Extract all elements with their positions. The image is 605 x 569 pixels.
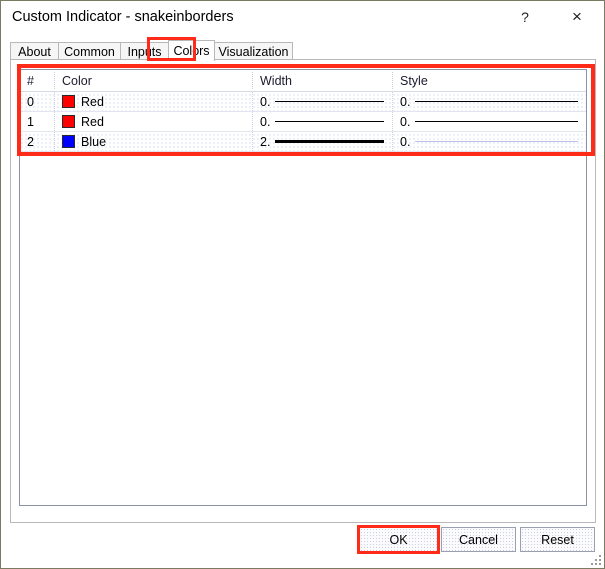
tab-inputs[interactable]: Inputs [120,42,169,60]
width-line-preview [275,94,384,109]
cell-color-label: Red [81,114,104,129]
cell-color[interactable]: Blue [55,132,252,151]
cancel-button[interactable]: Cancel [441,527,516,552]
help-button[interactable]: ? [502,1,548,32]
color-table[interactable]: # Color Width Style 0 Red 0. 0. 1 Red 0.… [19,69,587,506]
cell-width-value: 2. [260,134,271,149]
ok-button[interactable]: OK [359,527,438,552]
tab-about[interactable]: About [10,42,59,60]
colors-tab-page: # Color Width Style 0 Red 0. 0. 1 Red 0.… [10,59,596,523]
color-swatch-icon [62,95,75,108]
width-line-preview [275,134,384,149]
cell-style[interactable]: 0. [393,92,586,111]
cell-index: 0 [27,94,34,109]
cell-style-value: 0. [400,94,411,109]
cell-width-value: 0. [260,114,271,129]
tab-colors[interactable]: Colors [168,40,215,61]
style-line-preview [415,134,578,149]
cell-style-value: 0. [400,134,411,149]
table-row[interactable]: 1 Red 0. 0. [20,112,586,132]
title-bar: Custom Indicator - snakeinborders ? × [1,1,604,34]
cell-index: 1 [27,114,34,129]
tab-common[interactable]: Common [58,42,121,60]
window-title: Custom Indicator - snakeinborders [12,9,234,25]
cell-color[interactable]: Red [55,112,252,131]
cell-style[interactable]: 0. [393,112,586,131]
column-header-style[interactable]: Style [393,70,586,91]
color-swatch-icon [62,135,75,148]
column-header-color[interactable]: Color [55,70,252,91]
cell-color-label: Red [81,94,104,109]
style-line-preview [415,114,578,129]
width-line-preview [275,114,384,129]
resize-grip-icon[interactable] [589,553,601,565]
column-header-index[interactable]: # [20,70,54,91]
style-line-preview [415,94,578,109]
tab-visualization[interactable]: Visualization [214,42,293,60]
cell-style-value: 0. [400,114,411,129]
column-header-width[interactable]: Width [253,70,392,91]
tab-strip: About Common Inputs Colors Visualization [10,40,596,61]
cell-color-label: Blue [81,134,107,149]
cell-width-value: 0. [260,94,271,109]
color-swatch-icon [62,115,75,128]
cell-width[interactable]: 0. [253,92,392,111]
table-header-row: # Color Width Style [20,70,586,92]
reset-button[interactable]: Reset [520,527,595,552]
table-row[interactable]: 2 Blue 2. 0. [20,132,586,152]
cell-style[interactable]: 0. [393,132,586,151]
cell-width[interactable]: 2. [253,132,392,151]
table-row[interactable]: 0 Red 0. 0. [20,92,586,112]
cell-color[interactable]: Red [55,92,252,111]
close-icon[interactable]: × [554,1,600,32]
cell-index: 2 [27,134,34,149]
custom-indicator-dialog: Custom Indicator - snakeinborders ? × Ab… [0,0,605,569]
cell-width[interactable]: 0. [253,112,392,131]
